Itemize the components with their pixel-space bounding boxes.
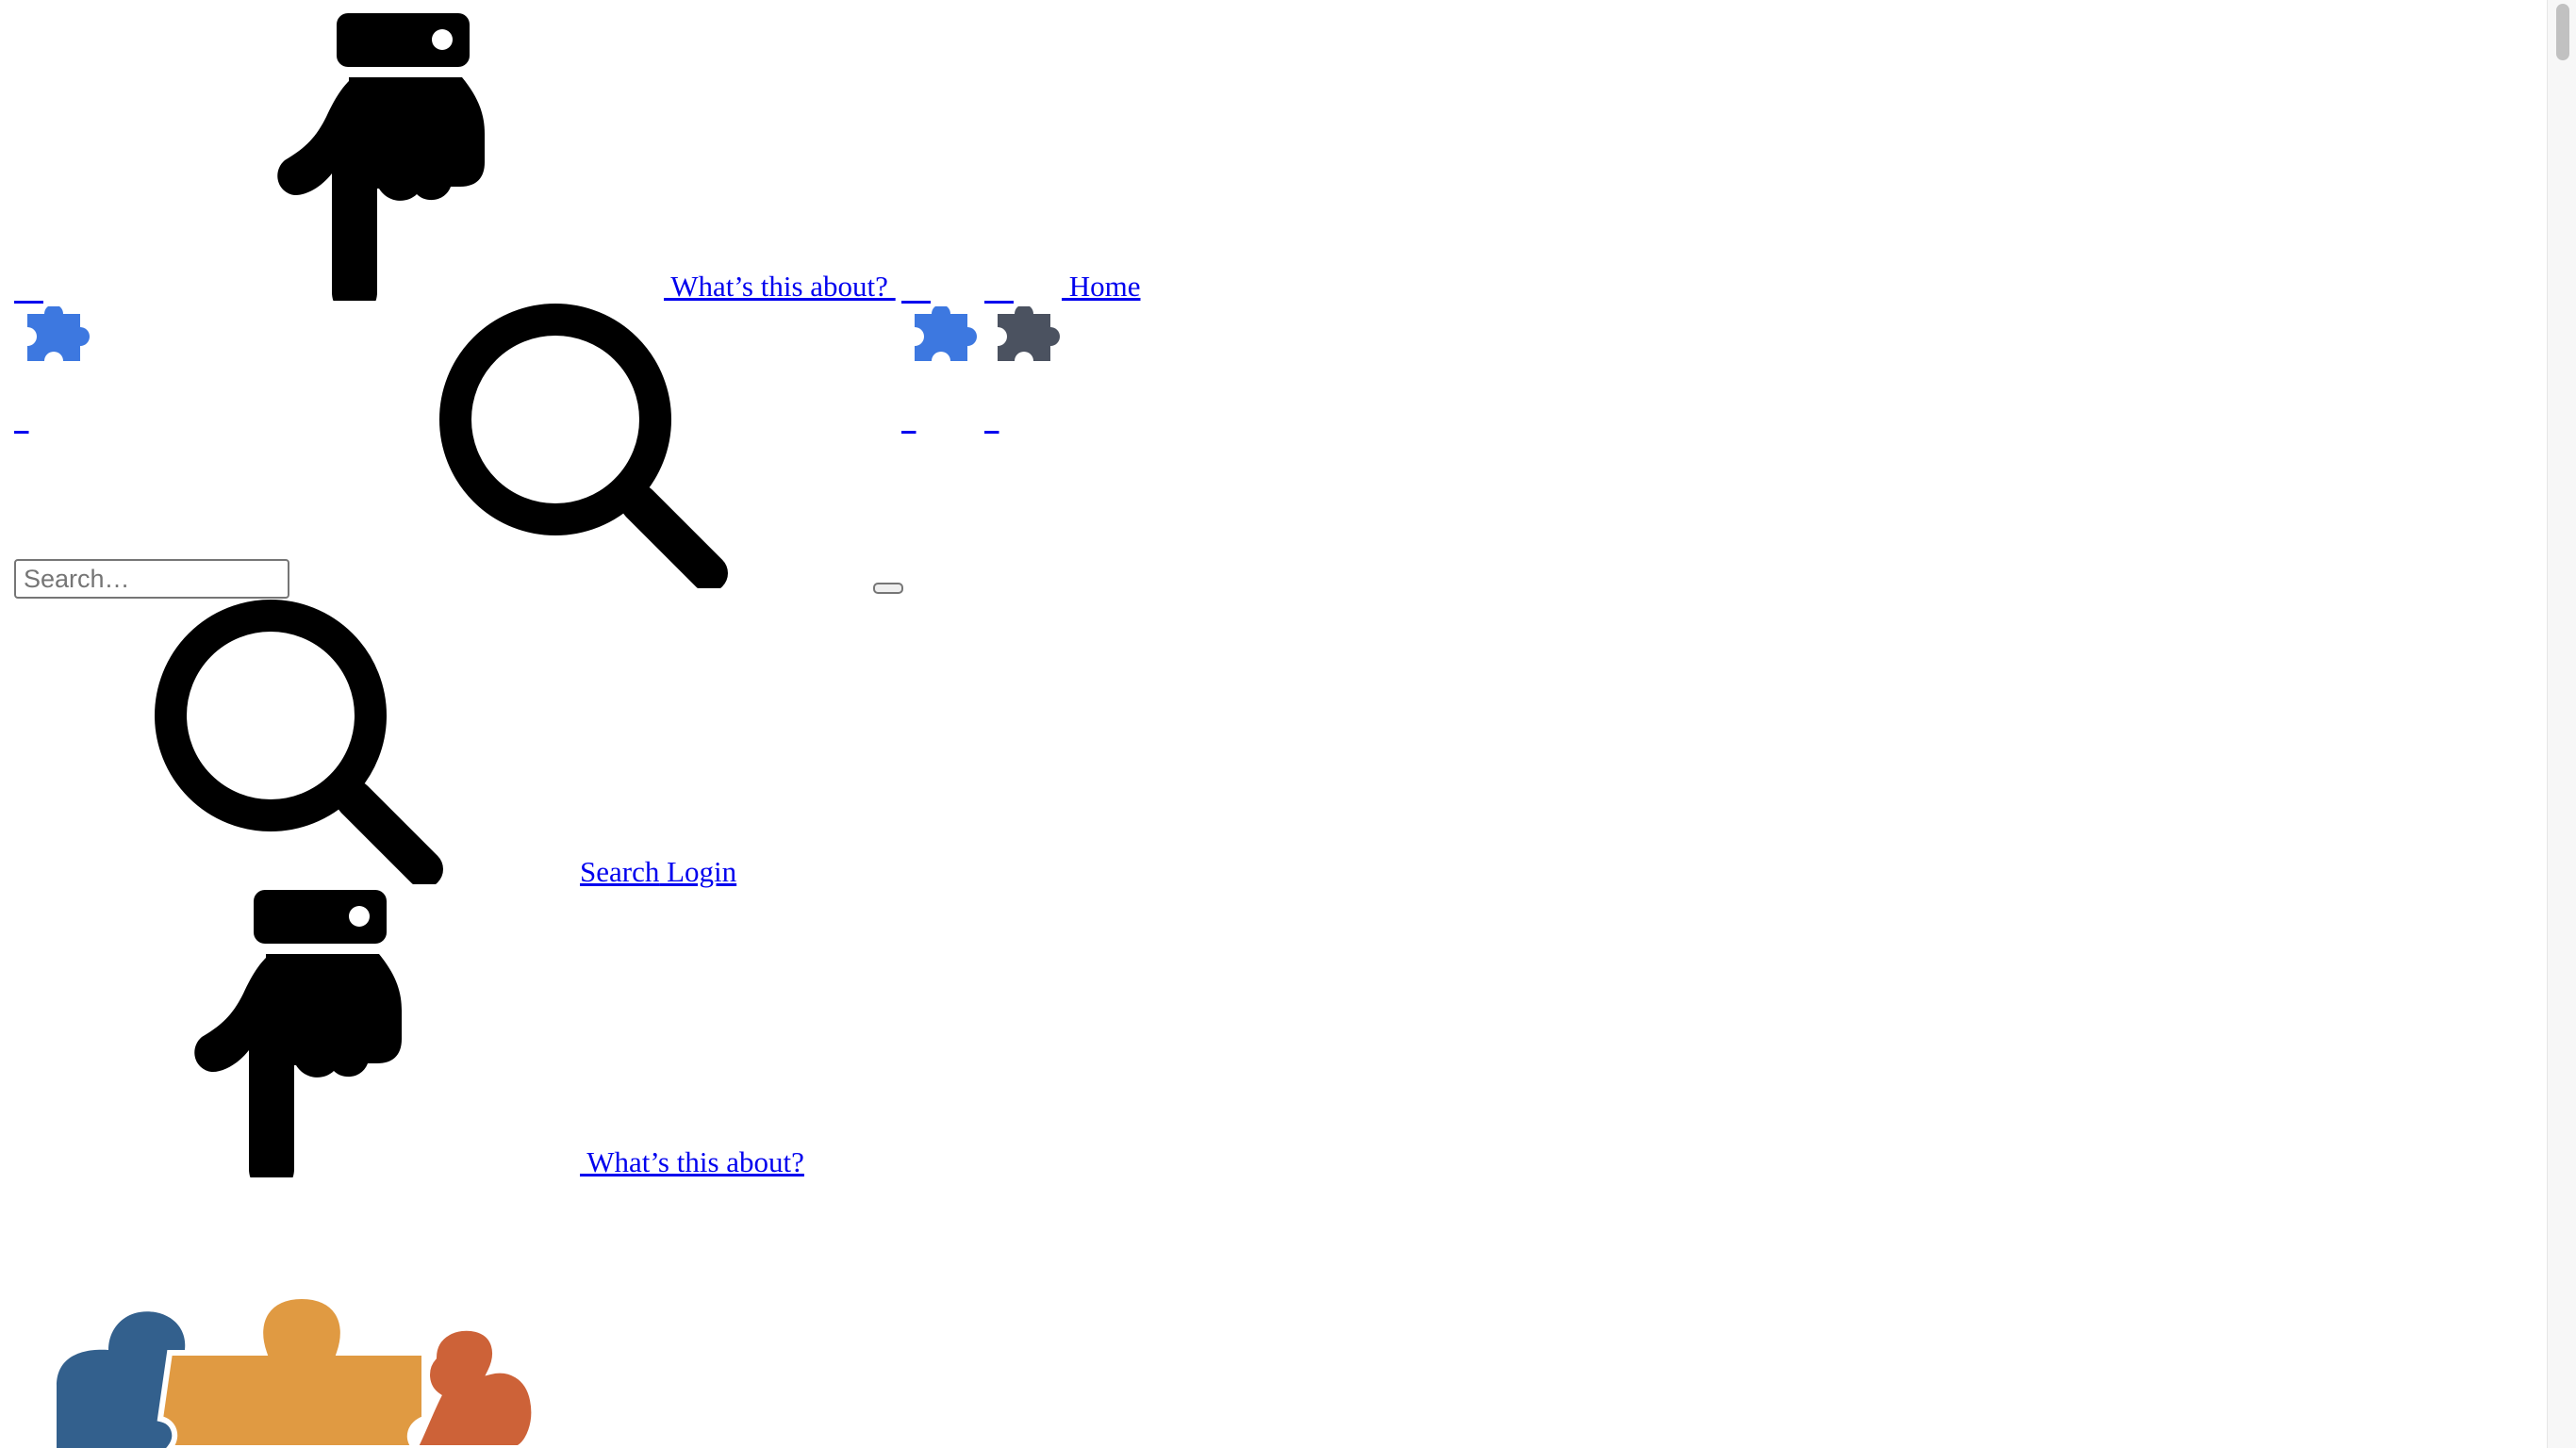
puzzle-link-blue[interactable]	[901, 239, 983, 436]
logo-puzzle	[57, 1292, 537, 1448]
puzzle-link-slate[interactable]	[984, 239, 1065, 436]
home-link[interactable]: Home	[1062, 270, 1141, 304]
pointing-hand-icon	[194, 890, 402, 1177]
search-input[interactable]	[14, 559, 289, 599]
puzzle-icon	[915, 306, 977, 361]
about-link-top[interactable]: What’s this about?	[664, 270, 896, 304]
vertical-scrollbar[interactable]	[2547, 0, 2576, 1448]
scrollbar-thumb[interactable]	[2556, 4, 2569, 60]
search-submit-button[interactable]	[873, 583, 903, 594]
search-login-row: Search Login	[580, 855, 736, 889]
pointing-hand-icon	[277, 13, 485, 301]
home-logo-link[interactable]	[14, 239, 95, 436]
search-link[interactable]: Search	[580, 855, 659, 888]
about-link-secondary[interactable]: What’s this about?	[580, 1145, 804, 1179]
search-icon	[439, 304, 728, 588]
puzzle-icon	[998, 306, 1060, 361]
login-link[interactable]: Login	[659, 855, 736, 888]
search-icon	[155, 600, 443, 884]
puzzle-icon	[27, 306, 90, 361]
